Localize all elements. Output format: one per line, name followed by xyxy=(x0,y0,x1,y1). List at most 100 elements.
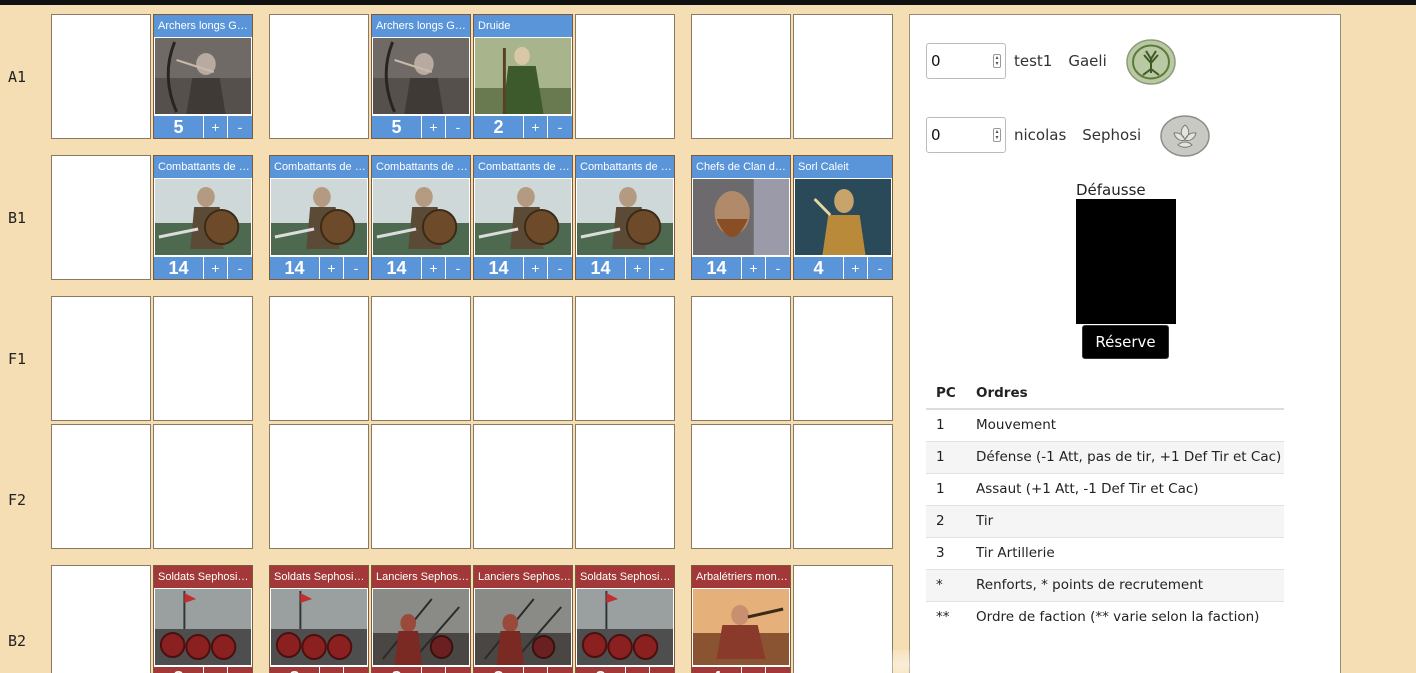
increment-button[interactable]: + xyxy=(742,667,766,673)
card-art-image xyxy=(271,589,367,665)
empty-slot[interactable] xyxy=(575,296,675,421)
score-input-player-2[interactable]: 0 ▴ ▾ xyxy=(926,117,1006,153)
increment-button[interactable]: + xyxy=(524,667,548,673)
unit-card[interactable]: Archers longs Gaelis 5 + - xyxy=(371,14,471,139)
row-label: B2 xyxy=(8,632,27,650)
unit-card[interactable]: Lanciers Sephosiens 8+- xyxy=(371,565,471,673)
row-label: A1 xyxy=(8,68,27,86)
increment-button[interactable]: + xyxy=(524,116,548,138)
empty-slot[interactable] xyxy=(51,14,151,139)
order-cost: ** xyxy=(926,600,966,633)
unit-card[interactable]: Lanciers Sephosiens 8+- xyxy=(473,565,573,673)
empty-slot[interactable] xyxy=(691,296,791,421)
empty-slot[interactable] xyxy=(473,296,573,421)
decrement-button[interactable]: - xyxy=(650,667,674,673)
empty-slot[interactable] xyxy=(371,424,471,549)
empty-slot[interactable] xyxy=(793,296,893,421)
decrement-button[interactable]: - xyxy=(548,257,572,279)
row-label: B1 xyxy=(8,209,27,227)
card-title: Combattants de Clan xyxy=(474,156,572,178)
empty-slot[interactable] xyxy=(51,424,151,549)
empty-slot[interactable] xyxy=(269,296,369,421)
discard-pile[interactable] xyxy=(1076,199,1176,324)
increment-button[interactable]: + xyxy=(524,257,548,279)
increment-button[interactable]: + xyxy=(626,257,650,279)
decrement-button[interactable]: - xyxy=(548,116,572,138)
increment-button[interactable]: + xyxy=(844,257,868,279)
empty-slot[interactable] xyxy=(575,424,675,549)
increment-button[interactable]: + xyxy=(204,116,228,138)
card-art-image xyxy=(475,38,571,114)
player-faction: Sephosi xyxy=(1082,126,1142,144)
card-footer: 14 + - xyxy=(270,256,368,279)
card-footer: 5 + - xyxy=(372,115,470,138)
empty-slot[interactable] xyxy=(371,296,471,421)
empty-slot[interactable] xyxy=(575,14,675,139)
unit-count: 5 xyxy=(372,116,422,138)
unit-card[interactable]: Combattants de Clan 14 + - xyxy=(153,155,253,280)
increment-button[interactable]: + xyxy=(204,257,228,279)
empty-slot[interactable] xyxy=(691,14,791,139)
decrement-button[interactable]: - xyxy=(868,257,892,279)
row-label: F2 xyxy=(8,491,27,509)
card-footer: 14 + - xyxy=(576,256,674,279)
unit-card[interactable]: Archers longs Gaelis 5 + - xyxy=(153,14,253,139)
increment-button[interactable]: + xyxy=(742,257,766,279)
card-footer: 8+- xyxy=(154,666,252,673)
empty-slot[interactable] xyxy=(269,424,369,549)
increment-button[interactable]: + xyxy=(320,257,344,279)
unit-count: 2 xyxy=(474,116,524,138)
empty-slot[interactable] xyxy=(269,14,369,139)
unit-card[interactable]: Combattants de Clan 14 + - xyxy=(473,155,573,280)
increment-button[interactable]: + xyxy=(422,257,446,279)
decrement-button[interactable]: - xyxy=(228,116,252,138)
empty-slot[interactable] xyxy=(51,296,151,421)
spinner-arrows-icon[interactable]: ▴ ▾ xyxy=(993,54,1001,68)
order-cost: 3 xyxy=(926,536,966,569)
decrement-button[interactable]: - xyxy=(228,667,252,673)
empty-slot[interactable] xyxy=(691,424,791,549)
empty-slot[interactable] xyxy=(51,155,151,280)
decrement-button[interactable]: - xyxy=(650,257,674,279)
unit-card[interactable]: Combattants de Clan 14 + - xyxy=(575,155,675,280)
empty-slot[interactable] xyxy=(153,296,253,421)
unit-card[interactable]: Soldats Sephosiens 8+- xyxy=(269,565,369,673)
decrement-button[interactable]: - xyxy=(766,667,790,673)
decrement-button[interactable]: - xyxy=(446,257,470,279)
decrement-button[interactable]: - xyxy=(446,116,470,138)
unit-card[interactable]: Soldats Sephosiens 8+- xyxy=(153,565,253,673)
decrement-button[interactable]: - xyxy=(228,257,252,279)
unit-card[interactable]: Druide 2 + - xyxy=(473,14,573,139)
empty-slot[interactable] xyxy=(51,565,151,673)
unit-count: 14 xyxy=(372,257,422,279)
decrement-button[interactable]: - xyxy=(548,667,572,673)
table-row: 1 Mouvement xyxy=(926,408,1284,441)
unit-card[interactable]: Sorl Caleit 4 + - xyxy=(793,155,893,280)
unit-card[interactable]: Chefs de Clan de Gaeli 14+- xyxy=(691,155,791,280)
flower-emblem-icon xyxy=(1160,115,1210,157)
decrement-button[interactable]: - xyxy=(344,667,368,673)
decrement-button[interactable]: - xyxy=(446,667,470,673)
reserve-button[interactable]: Réserve xyxy=(1082,325,1169,359)
increment-button[interactable]: + xyxy=(626,667,650,673)
increment-button[interactable]: + xyxy=(422,116,446,138)
unit-card[interactable]: Combattants de Clan 14 + - xyxy=(371,155,471,280)
card-art-image xyxy=(155,38,251,114)
unit-card[interactable]: Soldats Sephosiens 8+- xyxy=(575,565,675,673)
increment-button[interactable]: + xyxy=(422,667,446,673)
score-input-player-1[interactable]: 0 ▴ ▾ xyxy=(926,43,1006,79)
increment-button[interactable]: + xyxy=(320,667,344,673)
increment-button[interactable]: + xyxy=(204,667,228,673)
decrement-button[interactable]: - xyxy=(344,257,368,279)
spinner-arrows-icon[interactable]: ▴ ▾ xyxy=(993,128,1001,142)
card-footer: 8+- xyxy=(576,666,674,673)
card-footer: 2 + - xyxy=(474,115,572,138)
empty-slot[interactable] xyxy=(473,424,573,549)
unit-count: 5 xyxy=(154,116,204,138)
empty-slot[interactable] xyxy=(793,14,893,139)
empty-slot[interactable] xyxy=(793,424,893,549)
unit-card[interactable]: Combattants de Clan 14 + - xyxy=(269,155,369,280)
empty-slot[interactable] xyxy=(153,424,253,549)
unit-card[interactable]: Arbalétriers montés 4+- xyxy=(691,565,791,673)
decrement-button[interactable]: - xyxy=(766,257,790,279)
